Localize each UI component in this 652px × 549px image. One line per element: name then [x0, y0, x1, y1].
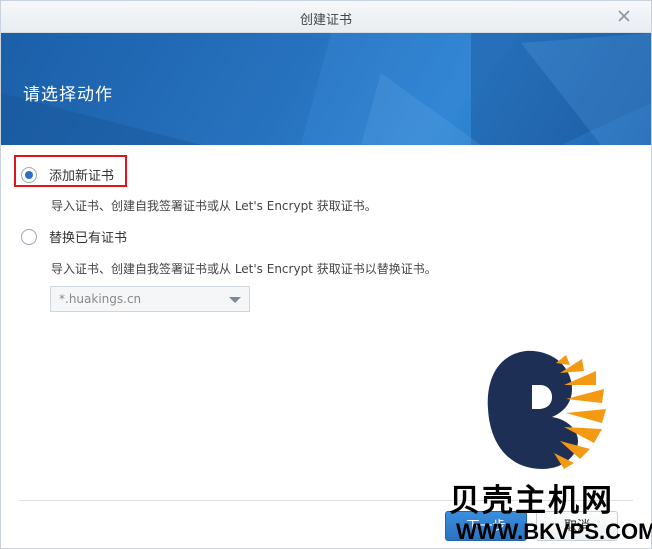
option-add-new-label: 添加新证书	[49, 169, 115, 184]
option-replace-label: 替换已有证书	[49, 231, 128, 246]
option-replace-certificate[interactable]: 替换已有证书	[21, 227, 127, 246]
create-certificate-dialog: 创建证书 请选择动作 添加新证书 导入证书、创建自我签署证书或从 Let's E…	[0, 0, 652, 549]
next-button[interactable]: 下一步	[445, 511, 527, 541]
option-replace-description: 导入证书、创建自我签署证书或从 Let's Encrypt 获取证书以替换证书。	[51, 262, 437, 276]
window-title: 创建证书	[299, 13, 352, 28]
certificate-select[interactable]: *.huakings.cn	[50, 286, 250, 312]
certificate-select-value: *.huakings.cn	[59, 292, 142, 306]
title-bar: 创建证书	[1, 1, 651, 33]
cancel-button[interactable]: 取消	[536, 511, 618, 541]
radio-replace[interactable]	[21, 228, 37, 245]
banner-heading: 请选择动作	[23, 85, 113, 105]
action-options: 添加新证书 导入证书、创建自我签署证书或从 Let's Encrypt 获取证书…	[1, 145, 651, 495]
footer-divider	[19, 500, 633, 501]
option-add-new-description: 导入证书、创建自我签署证书或从 Let's Encrypt 获取证书。	[51, 199, 377, 213]
close-icon[interactable]	[615, 7, 633, 25]
option-add-new-certificate[interactable]: 添加新证书	[21, 165, 114, 184]
radio-add-new[interactable]	[21, 166, 37, 183]
header-banner: 请选择动作	[1, 33, 651, 145]
chevron-down-icon	[229, 297, 241, 303]
